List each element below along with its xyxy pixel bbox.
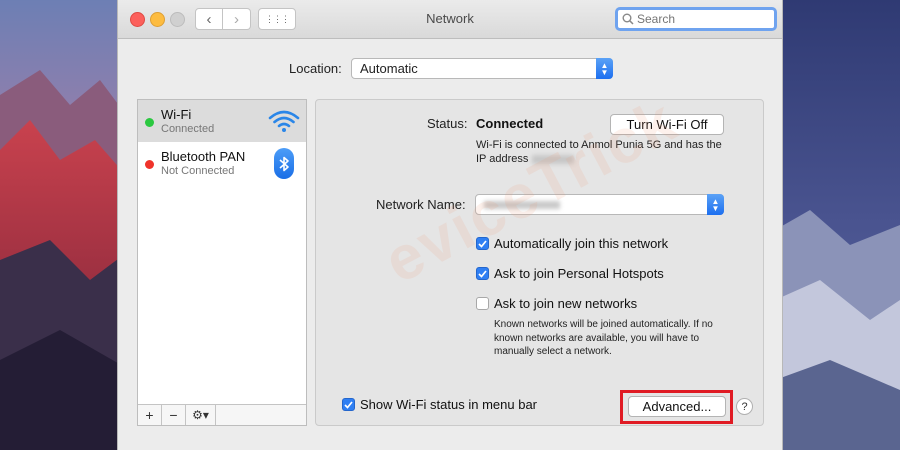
checkbox-label: Ask to join Personal Hotspots [494,266,664,281]
service-name: Bluetooth PAN [161,149,246,164]
status-dot-connected [145,118,154,127]
service-name: Wi-Fi [161,107,192,122]
ask-hotspots-checkbox[interactable]: Ask to join Personal Hotspots [476,266,664,281]
gear-menu-button[interactable]: ⚙▾ [186,405,216,425]
checkbox-empty[interactable] [476,297,489,310]
checkmark-icon[interactable] [342,398,355,411]
add-service-button[interactable]: + [138,405,162,425]
advanced-button[interactable]: Advanced... [628,396,726,417]
service-item-bluetooth-pan[interactable]: Bluetooth PAN Not Connected [138,142,306,184]
search-input[interactable] [637,12,767,26]
search-icon [622,13,634,25]
select-arrows-icon: ▲ ▼ [707,194,724,215]
service-status: Not Connected [161,165,235,177]
checkbox-label: Ask to join new networks [494,296,638,311]
checkmark-icon[interactable] [476,267,489,280]
service-item-wifi[interactable]: Wi-Fi Connected [138,100,306,142]
status-value: Connected [476,116,544,131]
help-button[interactable]: ? [736,398,753,415]
service-status: Connected [161,123,215,135]
network-preferences-window: ‹ › ⋮⋮⋮ Network Location: Automatic ▲▼ W… [117,0,783,450]
location-select[interactable]: Automatic ▲ ▼ [351,58,613,79]
location-label: Location: [289,61,342,76]
search-field[interactable] [615,7,777,31]
checkbox-label: Automatically join this network [494,236,669,251]
show-wifi-status-checkbox[interactable]: Show Wi-Fi status in menu bar [342,397,537,412]
location-value: Automatic [360,61,418,76]
title-bar: ‹ › ⋮⋮⋮ Network [118,0,782,39]
service-list-controls: + − ⚙▾ [138,404,306,425]
status-dot-not-connected [145,160,154,169]
gear-icon: ⚙▾ [192,408,209,422]
checkbox-label: Show Wi-Fi status in menu bar [360,397,538,412]
select-arrows-icon: ▲ ▼ [596,58,613,79]
known-networks-note: Known networks will be joined automatica… [494,319,713,357]
wifi-icon [268,110,300,132]
remove-service-button[interactable]: − [162,405,186,425]
bluetooth-icon [274,148,294,179]
service-list: Wi-Fi Connected Bluetooth PAN Not Connec… [137,99,307,426]
ask-new-networks-checkbox[interactable]: Ask to join new networks [476,296,637,311]
status-label: Status: [427,116,468,131]
